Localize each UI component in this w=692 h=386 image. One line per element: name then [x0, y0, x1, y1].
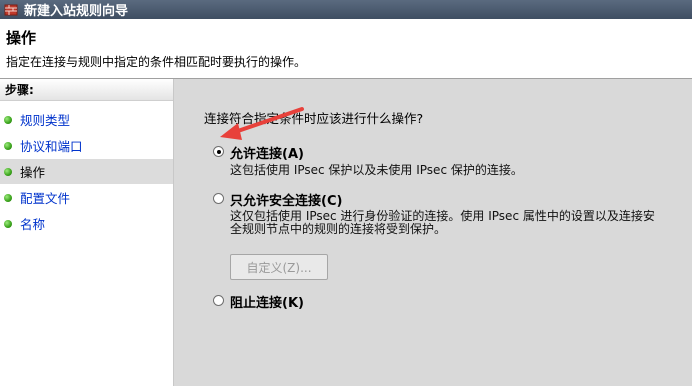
customize-button[interactable]: 自定义(Z)... [230, 254, 328, 280]
green-bullet-icon [4, 115, 12, 124]
sidebar-item-name[interactable]: 名称 [0, 211, 173, 236]
allow-secure-description-line2: 全规则节点中的规则的连接将受到保护。 [230, 222, 447, 236]
sidebar-item-label: 操作 [20, 165, 46, 180]
sidebar-item-label: 名称 [20, 217, 46, 232]
sidebar-item-action[interactable]: 操作 [0, 159, 173, 184]
page-header: 操作 指定在连接与规则中指定的条件相匹配时要执行的操作。 [0, 19, 692, 79]
allow-secure-connection-radio[interactable] [213, 193, 224, 204]
allow-connection-label[interactable]: 允许连接(A) [230, 143, 304, 162]
allow-connection-description: 这包括使用 IPsec 保护以及未使用 IPsec 保护的连接。 [230, 163, 523, 177]
sidebar-item-protocol-port[interactable]: 协议和端口 [0, 133, 173, 158]
action-panel: 连接符合指定条件时应该进行什么操作? 允许连接(A) 这包括使用 IPsec 保… [174, 79, 692, 386]
sidebar-item-profile[interactable]: 配置文件 [0, 185, 173, 210]
sidebar-item-label: 配置文件 [20, 191, 71, 206]
green-bullet-icon [4, 193, 12, 202]
action-question: 连接符合指定条件时应该进行什么操作? [204, 111, 424, 126]
allow-connection-radio[interactable] [213, 146, 224, 157]
window-title: 新建入站规则向导 [24, 4, 129, 19]
sidebar-item-label: 规则类型 [20, 113, 71, 128]
green-bullet-icon [4, 141, 12, 150]
firewall-shield-icon [4, 3, 18, 17]
page-description: 指定在连接与规则中指定的条件相匹配时要执行的操作。 [6, 55, 307, 69]
sidebar-item-label: 协议和端口 [20, 139, 83, 154]
block-connection-label[interactable]: 阻止连接(K) [230, 292, 304, 311]
green-bullet-icon [4, 167, 12, 176]
title-bar[interactable]: 新建入站规则向导 [0, 0, 692, 19]
allow-secure-connection-label[interactable]: 只允许安全连接(C) [230, 190, 342, 209]
steps-sidebar: 步骤: 规则类型 协议和端口 操作 配置文件 名称 [0, 79, 174, 386]
sidebar-item-rule-type[interactable]: 规则类型 [0, 107, 173, 132]
steps-heading: 步骤: [0, 79, 173, 101]
green-bullet-icon [4, 219, 12, 228]
block-connection-radio[interactable] [213, 295, 224, 306]
page-title: 操作 [6, 29, 37, 47]
